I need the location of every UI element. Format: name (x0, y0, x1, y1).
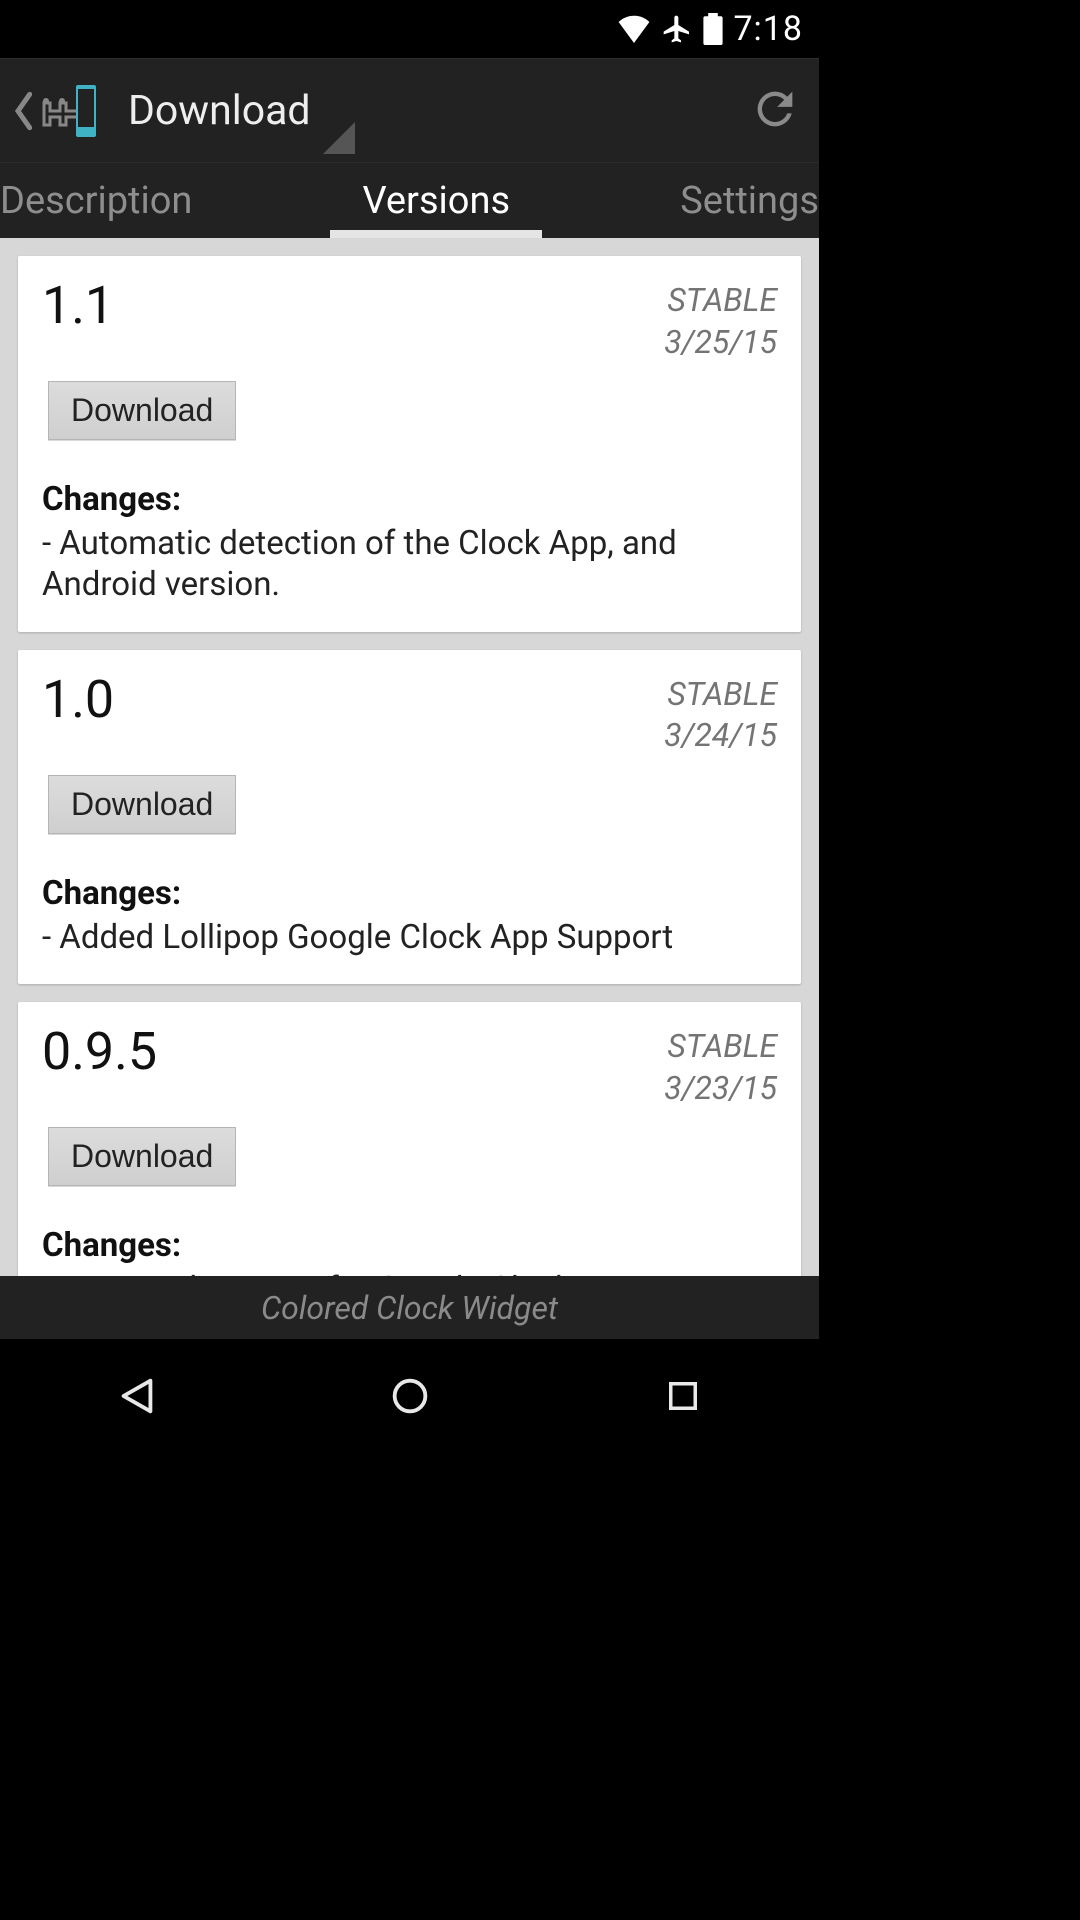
status-bar: 7:18 (0, 0, 819, 58)
nav-recents-button[interactable] (623, 1368, 743, 1428)
module-name-bar: Colored Clock Widget (0, 1276, 819, 1339)
version-date: 3/23/15 (664, 1068, 777, 1110)
module-name: Colored Clock Widget (261, 1289, 558, 1327)
version-date: 3/24/15 (664, 715, 777, 757)
version-number: 0.9.5 (42, 1026, 157, 1078)
action-bar-title[interactable]: Download (128, 87, 311, 135)
airplane-icon (661, 13, 693, 45)
nav-back-button[interactable] (77, 1368, 197, 1428)
tab-description[interactable]: Description (0, 163, 222, 238)
changes-heading: Changes: (42, 1226, 777, 1265)
changes-text: - Added Lollipop Google Clock App Suppor… (42, 917, 777, 958)
tab-bar: Description Versions Settings (0, 162, 819, 238)
tab-label: Settings (680, 179, 819, 223)
version-date: 3/25/15 (664, 322, 777, 364)
nav-home-icon (387, 1373, 433, 1423)
wifi-icon (617, 15, 651, 43)
tab-label: Description (0, 179, 192, 223)
versions-list[interactable]: 1.1 STABLE 3/25/15 Download Changes: - A… (0, 238, 819, 1456)
battery-icon (703, 13, 723, 45)
spinner-dropdown-icon[interactable] (323, 122, 355, 158)
version-number: 1.1 (42, 280, 114, 332)
download-button[interactable]: Download (48, 381, 236, 440)
refresh-button[interactable] (745, 81, 805, 141)
version-stability: STABLE (664, 280, 777, 322)
status-clock: 7:18 (733, 9, 803, 49)
navigation-bar (0, 1339, 819, 1456)
changes-text: - Automatic detection of the Clock App, … (42, 523, 777, 606)
nav-back-icon (114, 1373, 160, 1423)
version-stability: STABLE (664, 674, 777, 716)
tab-versions[interactable]: Versions (222, 163, 650, 238)
back-button[interactable] (14, 59, 102, 162)
action-bar: Download (0, 58, 819, 162)
back-chevron-icon (14, 91, 32, 131)
changes-heading: Changes: (42, 874, 777, 913)
tab-label: Versions (363, 179, 511, 223)
version-card: 1.1 STABLE 3/25/15 Download Changes: - A… (18, 256, 801, 632)
tab-indicator (330, 230, 542, 238)
version-stability: STABLE (664, 1026, 777, 1068)
nav-home-button[interactable] (350, 1368, 470, 1428)
version-card: 1.0 STABLE 3/24/15 Download Changes: - A… (18, 650, 801, 984)
tab-settings[interactable]: Settings (650, 163, 819, 238)
xposed-app-icon (38, 79, 102, 143)
download-button[interactable]: Download (48, 775, 236, 834)
nav-recents-icon (662, 1375, 704, 1421)
download-button[interactable]: Download (48, 1127, 236, 1186)
changes-heading: Changes: (42, 480, 777, 519)
refresh-icon (749, 83, 801, 139)
version-number: 1.0 (42, 674, 114, 726)
